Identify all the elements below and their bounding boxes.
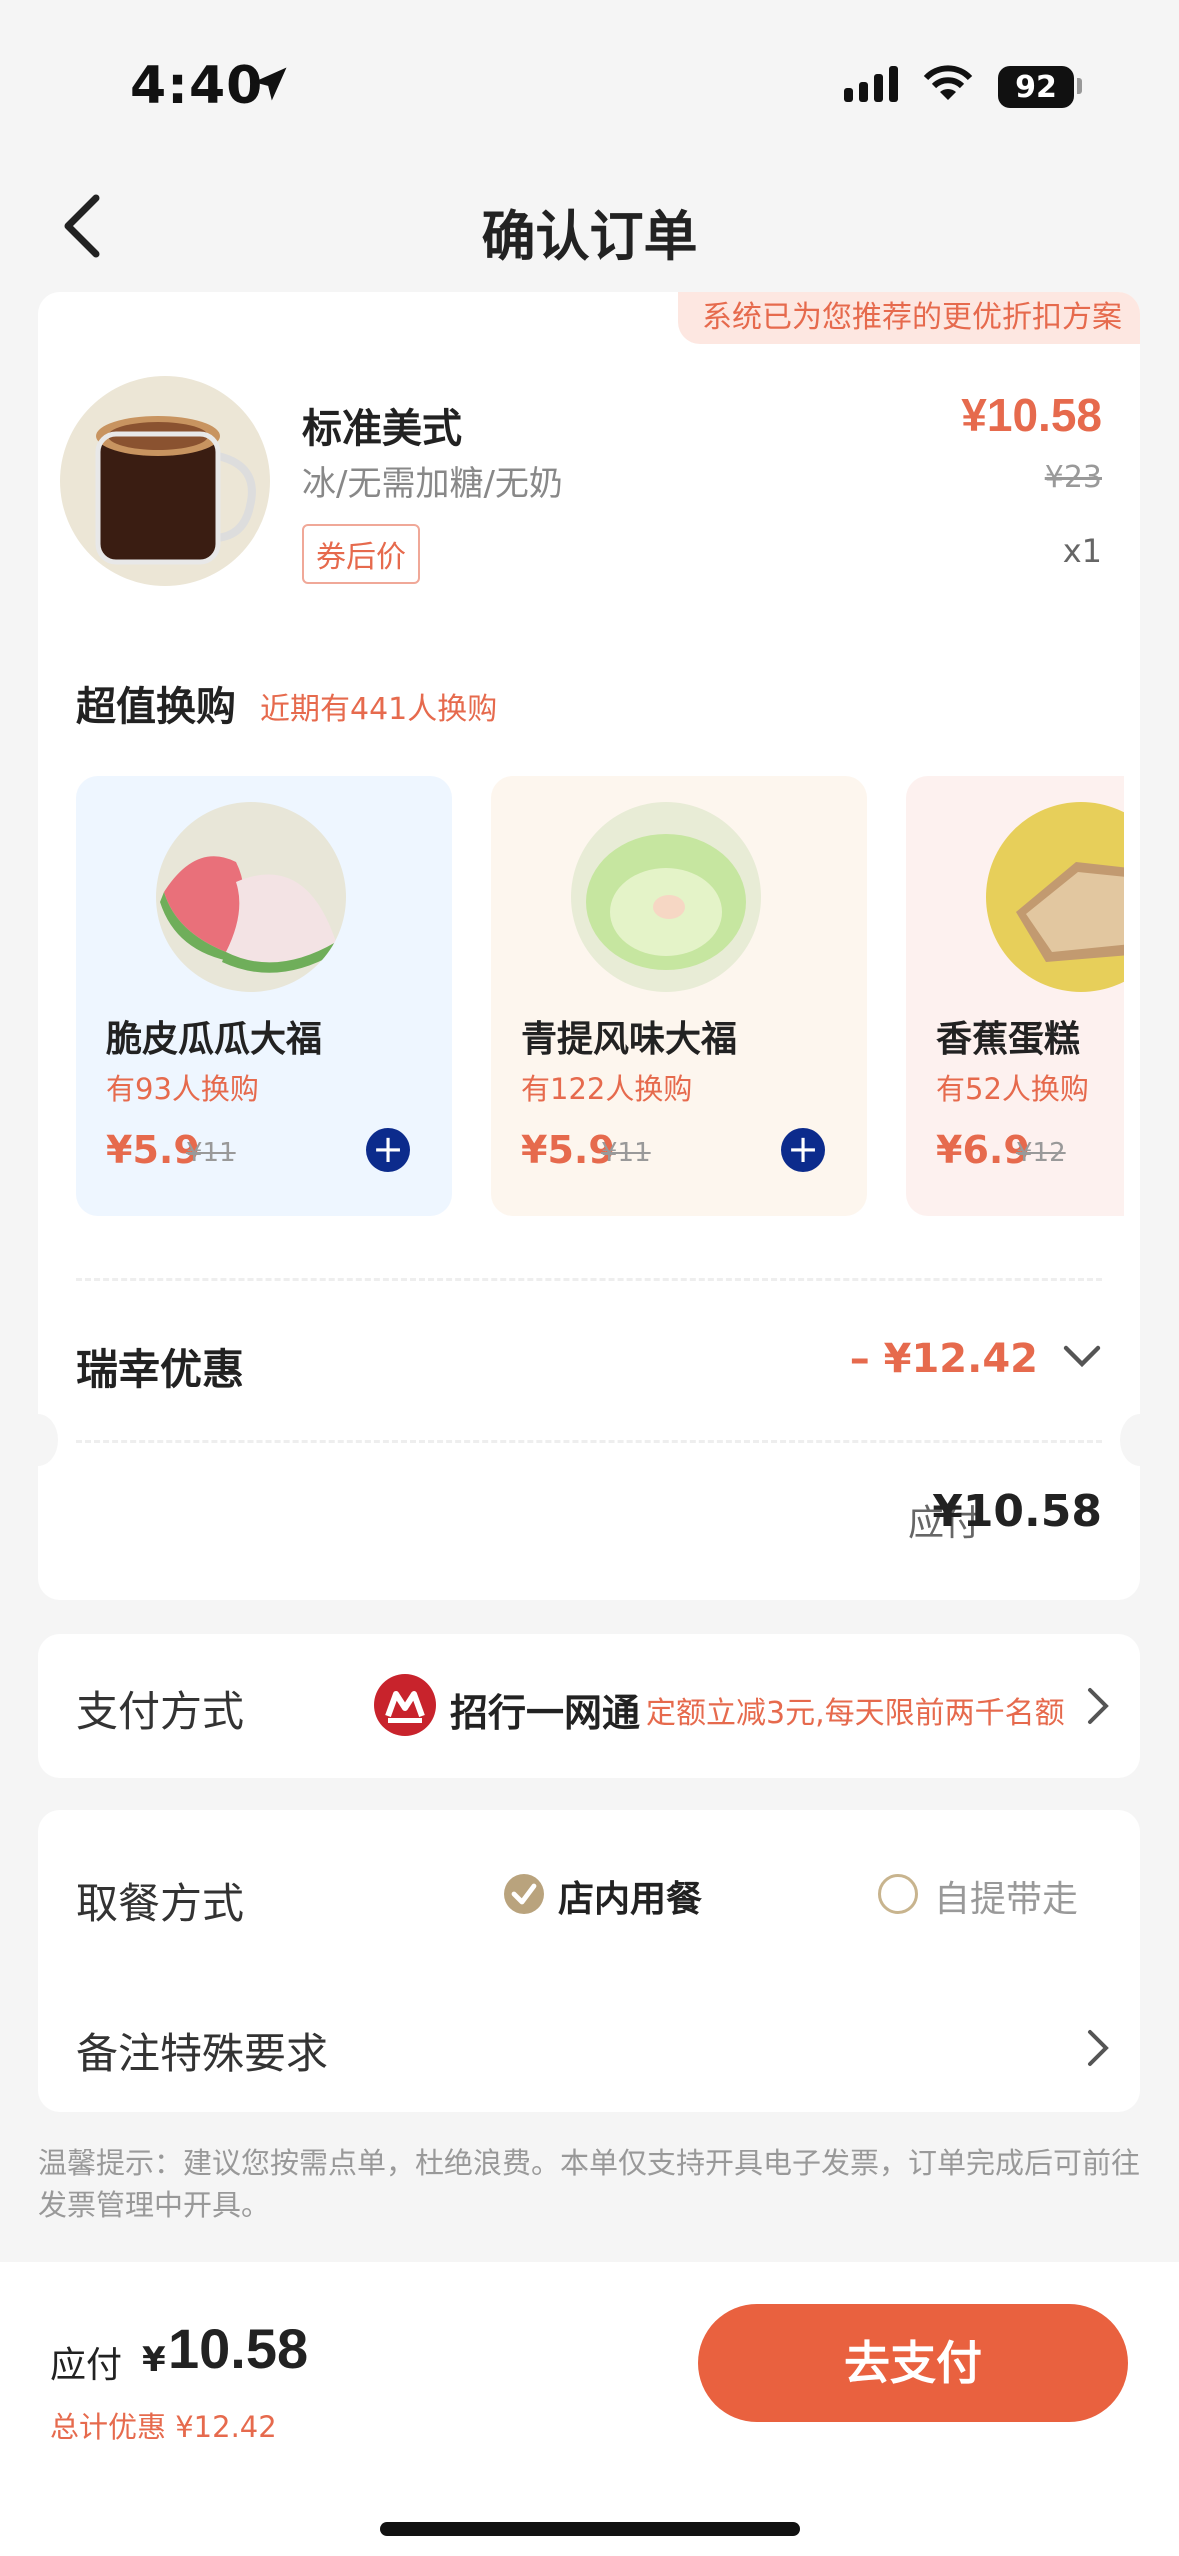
upsell-subtitle: 近期有441人换购 xyxy=(260,692,498,727)
product-quantity: x1 xyxy=(1062,532,1102,570)
upsell-item-original-price: ¥12 xyxy=(1016,1138,1066,1168)
chevron-right-icon[interactable] xyxy=(1086,1686,1110,1726)
payment-method-name: 招行一网通 xyxy=(450,1691,641,1735)
upsell-item-name: 香蕉蛋糕 xyxy=(936,1019,1081,1060)
checkout-bar: 应付 ¥ 10.58 总计优惠 ¥12.42 去支付 xyxy=(0,2262,1179,2556)
upsell-item[interactable]: 青提风味大福 有122人换购 ¥5.9 ¥11 + xyxy=(491,776,867,1216)
total-amount: 10.58 xyxy=(168,2317,309,2380)
option-takeaway[interactable]: 自提带走 xyxy=(934,1870,1078,1922)
product-price: ¥10.58 xyxy=(961,389,1102,441)
divider xyxy=(76,1440,1102,1443)
radio-unchecked-icon[interactable] xyxy=(878,1874,918,1914)
currency-symbol: ¥ xyxy=(142,2340,166,2380)
product-name: 标准美式 xyxy=(302,406,462,452)
upsell-carousel[interactable]: 脆皮瓜瓜大福 有93人换购 ¥5.9 ¥11 + 青提风味大福 有122人换购 … xyxy=(76,776,1124,1216)
wifi-icon xyxy=(923,65,973,100)
add-icon[interactable]: + xyxy=(366,1128,410,1172)
battery-icon: 92 xyxy=(998,66,1074,108)
grape-daifuku-image xyxy=(571,802,761,992)
pickup-label: 取餐方式 xyxy=(76,1879,245,1928)
ticket-notch-left xyxy=(18,1414,58,1466)
upsell-item[interactable]: 脆皮瓜瓜大福 有93人换购 ¥5.9 ¥11 + xyxy=(76,776,452,1216)
coupon-price-tag: 券后价 xyxy=(302,524,420,584)
order-card: 系统已为您推荐的更优折扣方案 标准美式 冰/无需加糖/无奶 券后价 ¥10.58… xyxy=(18,292,1160,1600)
cmb-bank-icon xyxy=(374,1674,436,1736)
ticket-notch-right xyxy=(1120,1414,1160,1466)
discount-value[interactable]: – ¥12.42 xyxy=(850,1336,1038,1382)
pay-button[interactable]: 去支付 xyxy=(698,2304,1128,2422)
due-value: ¥10.58 xyxy=(932,1486,1102,1537)
recommend-banner: 系统已为您推荐的更优折扣方案 xyxy=(678,292,1140,344)
page-title: 确认订单 xyxy=(481,205,698,268)
upsell-item-count: 有52人换购 xyxy=(936,1072,1089,1106)
chevron-down-icon[interactable] xyxy=(1062,1342,1102,1370)
total-label: 应付 xyxy=(50,2345,123,2386)
radio-checked-icon[interactable] xyxy=(504,1874,544,1914)
product-original-price: ¥23 xyxy=(1044,460,1102,495)
discount-label: 瑞幸优惠 xyxy=(76,1345,245,1394)
cellular-signal-icon xyxy=(844,66,898,102)
upsell-item-name: 青提风味大福 xyxy=(521,1019,738,1060)
upsell-item[interactable]: 香蕉蛋糕 有52人换购 ¥6.9 ¥12 + xyxy=(906,776,1124,1216)
chevron-right-icon[interactable] xyxy=(1086,2028,1110,2068)
upsell-item-original-price: ¥11 xyxy=(601,1138,651,1168)
payment-label: 支付方式 xyxy=(76,1687,245,1736)
upsell-item-original-price: ¥11 xyxy=(186,1138,236,1168)
pickup-card: 取餐方式 店内用餐 自提带走 备注特殊要求 xyxy=(38,1810,1140,2112)
warm-tip: 温馨提示：建议您按需点单，杜绝浪费。本单仅支持开具电子发票，订单完成后可前往发票… xyxy=(38,2146,1141,2222)
upsell-item-name: 脆皮瓜瓜大福 xyxy=(106,1019,323,1060)
remark-label[interactable]: 备注特殊要求 xyxy=(76,2020,328,2081)
status-time: 4:40 xyxy=(130,56,264,116)
upsell-item-count: 有122人换购 xyxy=(521,1072,693,1106)
upsell-title: 超值换购 xyxy=(76,684,236,730)
watermelon-daifuku-image xyxy=(156,802,346,992)
payment-promo: 定额立减3元,每天限前两千名额 xyxy=(646,1696,1065,1731)
location-arrow-icon xyxy=(253,67,287,101)
banana-cake-image xyxy=(986,802,1124,992)
upsell-item-count: 有93人换购 xyxy=(106,1072,259,1106)
battery-cap xyxy=(1077,78,1082,94)
add-icon[interactable]: + xyxy=(781,1128,825,1172)
total-savings: 总计优惠 ¥12.42 xyxy=(50,2410,277,2444)
divider xyxy=(76,1278,1102,1281)
home-indicator xyxy=(380,2522,800,2536)
product-spec: 冰/无需加糖/无奶 xyxy=(302,464,563,504)
option-dine-in[interactable]: 店内用餐 xyxy=(558,1870,702,1922)
payment-method-row[interactable]: 支付方式 招行一网通 定额立减3元,每天限前两千名额 xyxy=(38,1634,1140,1778)
americano-image xyxy=(60,376,270,586)
